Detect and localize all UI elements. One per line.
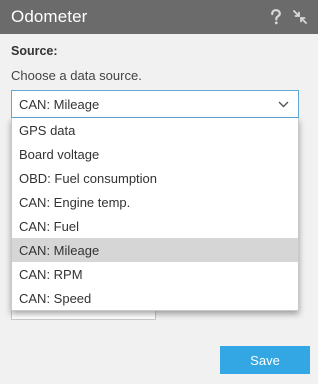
source-label: Source:: [11, 44, 58, 58]
option-can-speed[interactable]: CAN: Speed: [12, 286, 298, 310]
collapse-icon[interactable]: [292, 9, 308, 25]
option-board-voltage[interactable]: Board voltage: [12, 142, 298, 166]
option-obd-fuel-consumption[interactable]: OBD: Fuel consumption: [12, 166, 298, 190]
odometer-dialog: Odometer Source: Choose a data source. C…: [0, 0, 318, 384]
source-select[interactable]: CAN: Mileage: [11, 90, 299, 118]
title-bar-icons: [270, 0, 308, 34]
option-gps-data[interactable]: GPS data: [12, 118, 298, 142]
option-can-fuel[interactable]: CAN: Fuel: [12, 214, 298, 238]
source-hint: Choose a data source.: [11, 68, 142, 83]
source-select-value: CAN: Mileage: [19, 96, 100, 112]
source-dropdown-list: GPS data Board voltage OBD: Fuel consump…: [11, 118, 299, 311]
dialog-title: Odometer: [11, 7, 88, 26]
save-button[interactable]: Save: [220, 346, 310, 374]
help-icon[interactable]: [270, 9, 282, 25]
option-can-engine-temp[interactable]: CAN: Engine temp.: [12, 190, 298, 214]
option-can-rpm[interactable]: CAN: RPM: [12, 262, 298, 286]
option-can-mileage[interactable]: CAN: Mileage: [12, 238, 298, 262]
chevron-down-icon: [277, 98, 290, 114]
title-bar: Odometer: [0, 0, 318, 34]
